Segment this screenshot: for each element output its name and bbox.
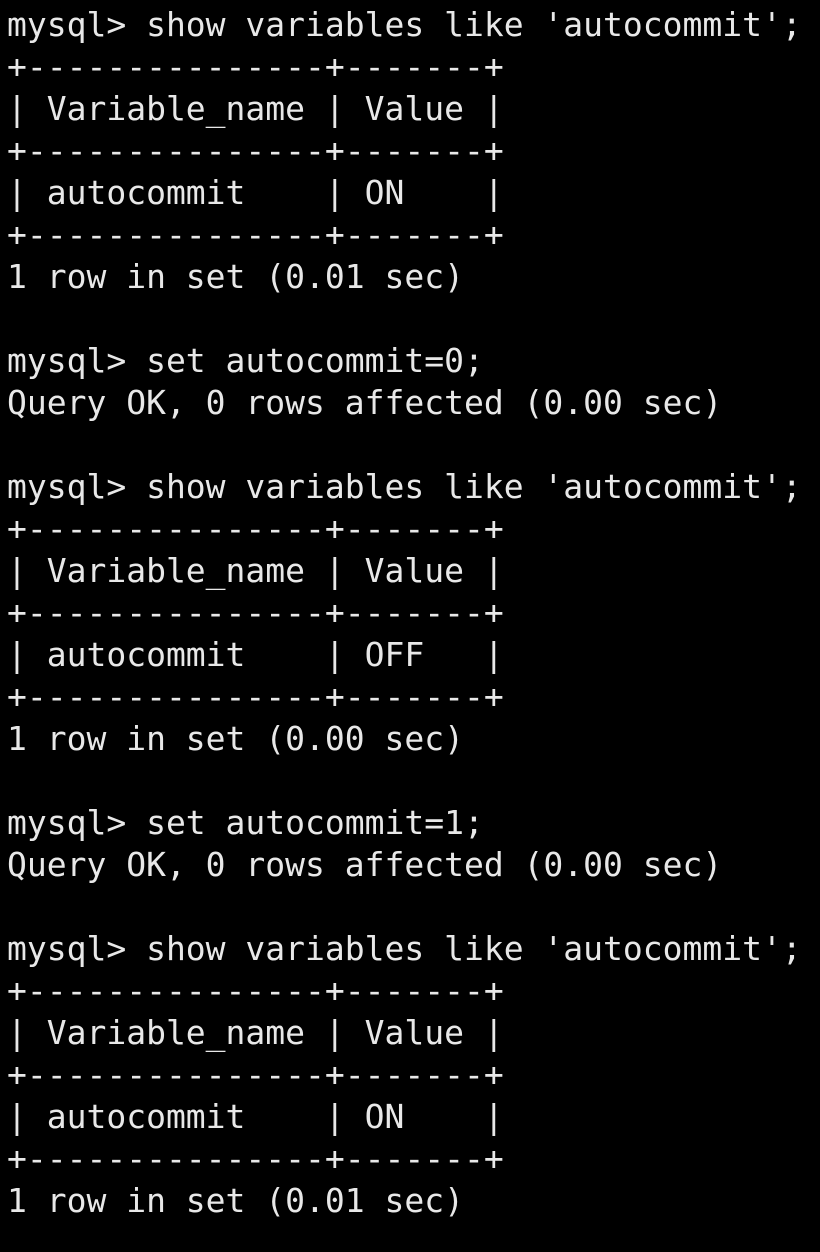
table-header: | Variable_name | Value | [7,551,504,590]
table-border: +---------------+-------+ [7,215,504,254]
table-row: | autocommit | ON | [7,1097,504,1136]
query-result: Query OK, 0 rows affected (0.00 sec) [7,845,723,884]
table-border: +---------------+-------+ [7,1055,504,1094]
table-border: +---------------+-------+ [7,593,504,632]
table-border: +---------------+-------+ [7,971,504,1010]
prompt-line: mysql> set autocommit=1; [7,803,484,842]
prompt-line: mysql> set autocommit=0; [7,341,484,380]
table-header: | Variable_name | Value | [7,89,504,128]
result-summary: 1 row in set (0.01 sec) [7,1181,464,1220]
prompt-line: mysql> show variables like 'autocommit'; [7,929,802,968]
result-summary: 1 row in set (0.01 sec) [7,257,464,296]
table-border: +---------------+-------+ [7,131,504,170]
query-result: Query OK, 0 rows affected (0.00 sec) [7,383,723,422]
table-border: +---------------+-------+ [7,509,504,548]
result-summary: 1 row in set (0.00 sec) [7,719,464,758]
terminal-window[interactable]: mysql> show variables like 'autocommit';… [0,0,820,1252]
table-row: | autocommit | ON | [7,173,504,212]
table-row: | autocommit | OFF | [7,635,504,674]
table-border: +---------------+-------+ [7,677,504,716]
table-header: | Variable_name | Value | [7,1013,504,1052]
prompt-line: mysql> show variables like 'autocommit'; [7,5,802,44]
prompt-line: mysql> show variables like 'autocommit'; [7,467,802,506]
table-border: +---------------+-------+ [7,47,504,86]
table-border: +---------------+-------+ [7,1139,504,1178]
